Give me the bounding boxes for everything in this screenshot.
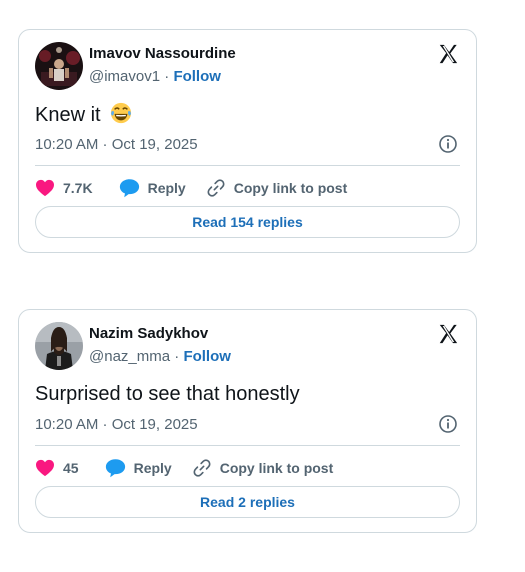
heart-icon [36, 459, 54, 477]
info-icon[interactable] [438, 414, 458, 434]
copy-link-button[interactable]: Copy link to post [192, 458, 334, 478]
heart-icon [36, 179, 54, 197]
copy-link-label: Copy link to post [233, 180, 348, 196]
x-logo-icon[interactable] [437, 43, 459, 65]
copy-link-label: Copy link to post [219, 460, 334, 476]
tweet-card[interactable]: Nazim Sadykhov @naz_mma · Follow Surpris… [18, 309, 477, 533]
separator-dot: · [174, 348, 180, 365]
avatar[interactable] [35, 42, 83, 90]
avatar[interactable] [35, 322, 83, 370]
info-icon[interactable] [438, 134, 458, 154]
author-name[interactable]: Nazim Sadykhov [89, 325, 208, 342]
action-bar: 7.7K Reply Copy link to post [35, 176, 347, 200]
follow-button[interactable]: Follow [183, 348, 231, 365]
tweet-text-line: Knew it [35, 102, 132, 127]
read-replies-button[interactable]: Read 154 replies [35, 206, 460, 238]
author-name[interactable]: Imavov Nassourdine [89, 45, 236, 62]
like-button[interactable]: 7.7K [35, 179, 93, 197]
tweet-timestamp[interactable]: 10:20 AM · Oct 19, 2025 [35, 416, 198, 433]
tweet-text: Knew it [35, 104, 101, 126]
divider [35, 445, 460, 446]
x-logo-icon[interactable] [437, 323, 459, 345]
tweet-timestamp[interactable]: 10:20 AM · Oct 19, 2025 [35, 136, 198, 153]
separator-dot: · [164, 68, 170, 85]
reply-bubble-icon [119, 179, 139, 198]
action-bar: 45 Reply Copy link to post [35, 456, 333, 480]
face-with-tears-of-joy-icon [111, 102, 132, 124]
copy-link-button[interactable]: Copy link to post [206, 178, 348, 198]
divider [35, 165, 460, 166]
like-count: 7.7K [63, 180, 93, 196]
like-button[interactable]: 45 [35, 459, 79, 477]
reply-label: Reply [147, 180, 186, 196]
tweet-card[interactable]: Imavov Nassourdine @imavov1 · Follow Kne… [18, 29, 477, 253]
author-handle[interactable]: @imavov1 [89, 68, 160, 85]
reply-bubble-icon [105, 459, 125, 478]
reply-button[interactable]: Reply [105, 458, 172, 478]
read-replies-button[interactable]: Read 2 replies [35, 486, 460, 518]
follow-button[interactable]: Follow [173, 68, 221, 85]
author-handle-line: @imavov1 · Follow [89, 68, 221, 85]
link-icon [193, 459, 211, 477]
link-icon [207, 179, 225, 197]
author-handle-line: @naz_mma · Follow [89, 348, 231, 365]
like-count: 45 [63, 460, 79, 476]
reply-button[interactable]: Reply [119, 178, 186, 198]
reply-label: Reply [133, 460, 172, 476]
tweet-text: Surprised to see that honestly [35, 383, 300, 405]
author-handle[interactable]: @naz_mma [89, 348, 170, 365]
